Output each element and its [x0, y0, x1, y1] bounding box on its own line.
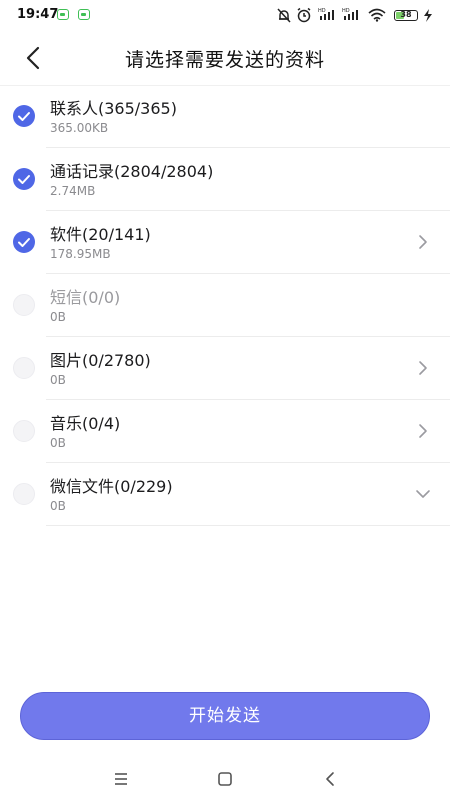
list-item-wechat-files[interactable]: 微信文件(0/229) 0B	[0, 463, 450, 526]
back-nav-icon[interactable]	[319, 768, 343, 790]
list-item-photos[interactable]: 图片(0/2780) 0B	[0, 337, 450, 400]
item-size: 365.00KB	[50, 121, 109, 135]
item-label: 短信(0/0)	[50, 288, 121, 307]
item-label: 图片(0/2780)	[50, 351, 151, 370]
list-item-apps[interactable]: 软件(20/141) 178.95MB	[0, 211, 450, 274]
wifi-icon	[368, 8, 386, 22]
signal-hd-icon: HD	[342, 8, 358, 20]
message-app-icon	[57, 9, 69, 20]
item-label: 微信文件(0/229)	[50, 477, 173, 496]
alarm-icon	[297, 7, 311, 23]
list-item-call-log[interactable]: 通话记录(2804/2804) 2.74MB	[0, 148, 450, 211]
checkbox[interactable]	[13, 231, 35, 253]
home-icon[interactable]	[213, 768, 237, 790]
chevron-down-icon[interactable]	[414, 487, 432, 501]
page-title: 请选择需要发送的资料	[124, 49, 325, 71]
battery-level: 38	[400, 10, 412, 19]
mute-bell-icon	[277, 8, 291, 23]
list-item-music[interactable]: 音乐(0/4) 0B	[0, 400, 450, 463]
signal-hd-icon: HD	[318, 8, 334, 20]
checkbox[interactable]	[13, 420, 35, 442]
list-item-sms: 短信(0/0) 0B	[0, 274, 450, 337]
header: 请选择需要发送的资料	[0, 30, 450, 86]
item-size: 2.74MB	[50, 184, 96, 198]
menu-icon[interactable]	[109, 768, 133, 790]
battery-icon: 38	[394, 10, 418, 21]
checkmark-icon	[18, 112, 30, 121]
checkbox	[13, 294, 35, 316]
svg-text:HD: HD	[318, 8, 326, 14]
status-bar: 19:47 HD HD 38	[0, 0, 450, 30]
checkmark-icon	[18, 175, 30, 184]
message-app-icon	[78, 9, 90, 20]
item-size: 178.95MB	[50, 247, 111, 261]
data-type-list: 联系人(365/365) 365.00KB 通话记录(2804/2804) 2.…	[0, 85, 450, 526]
item-size: 0B	[50, 373, 66, 387]
start-send-button[interactable]: 开始发送	[20, 692, 430, 740]
chevron-right-icon[interactable]	[416, 233, 430, 251]
item-label: 通话记录(2804/2804)	[50, 162, 214, 181]
checkmark-icon	[18, 238, 30, 247]
checkbox[interactable]	[13, 483, 35, 505]
list-item-contacts[interactable]: 联系人(365/365) 365.00KB	[0, 85, 450, 148]
divider	[46, 525, 450, 526]
status-time: 19:47	[17, 7, 59, 22]
checkbox[interactable]	[13, 168, 35, 190]
checkbox[interactable]	[13, 357, 35, 379]
item-label: 联系人(365/365)	[50, 99, 177, 118]
chevron-right-icon[interactable]	[416, 359, 430, 377]
svg-text:HD: HD	[342, 8, 350, 14]
item-label: 音乐(0/4)	[50, 414, 121, 433]
item-size: 0B	[50, 436, 66, 450]
system-nav-bar	[0, 760, 450, 800]
checkbox[interactable]	[13, 105, 35, 127]
chevron-right-icon[interactable]	[416, 422, 430, 440]
item-size: 0B	[50, 310, 66, 324]
charging-icon	[424, 9, 432, 22]
item-size: 0B	[50, 499, 66, 513]
item-label: 软件(20/141)	[50, 225, 151, 244]
